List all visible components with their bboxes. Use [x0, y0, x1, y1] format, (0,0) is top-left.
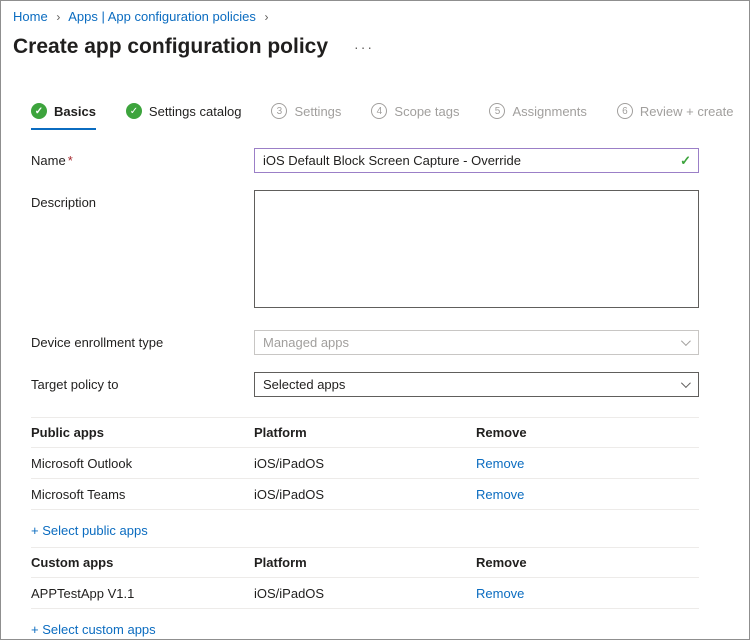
description-field-row: Description: [31, 190, 699, 313]
breadcrumb-separator-icon: ›: [264, 10, 269, 24]
app-platform: iOS/iPadOS: [254, 455, 325, 471]
tab-basics[interactable]: ✓ Basics: [31, 103, 96, 130]
remove-app-link[interactable]: Remove: [476, 456, 699, 471]
app-name: Microsoft Outlook: [31, 455, 133, 471]
breadcrumb-home[interactable]: Home: [13, 9, 48, 24]
select-custom-apps-link[interactable]: + Select custom apps: [31, 622, 156, 637]
custom-apps-table: Custom apps Platform Remove APPTestApp V…: [31, 547, 699, 609]
platform-header: Platform: [254, 555, 307, 570]
description-label: Description: [31, 195, 97, 210]
tab-basics-label: Basics: [54, 103, 96, 119]
chevron-down-icon: [680, 336, 691, 347]
step-number-icon: 4: [371, 103, 388, 119]
breadcrumb-separator-icon: ›: [56, 10, 61, 24]
public-apps-header: Public apps: [31, 425, 104, 440]
valid-check-icon: ✓: [680, 153, 691, 168]
breadcrumb: Home › Apps | App configuration policies…: [13, 9, 735, 25]
wizard-steps: ✓ Basics ✓ Settings catalog 3 Settings 4…: [31, 103, 749, 130]
remove-header: Remove: [476, 555, 527, 570]
public-apps-table: Public apps Platform Remove Microsoft Ou…: [31, 417, 699, 510]
device-enrollment-value: Managed apps: [263, 335, 350, 350]
page-title: Create app configuration policy: [13, 35, 329, 58]
select-public-apps-link[interactable]: + Select public apps: [31, 523, 148, 538]
step-complete-check-icon: ✓: [31, 103, 47, 119]
tab-settings-catalog-label: Settings catalog: [148, 103, 242, 119]
create-app-config-policy-page: Home › Apps | App configuration policies…: [0, 0, 750, 640]
remove-app-link[interactable]: Remove: [476, 487, 699, 502]
public-apps-header-row: Public apps Platform Remove: [31, 417, 699, 448]
name-label: Name *: [31, 148, 254, 168]
table-row: Microsoft Outlook iOS/iPadOS Remove: [31, 448, 699, 479]
tab-scope-tags-label: Scope tags: [394, 103, 460, 119]
step-number-icon: 6: [616, 103, 633, 119]
name-label-text: Name: [31, 153, 66, 168]
required-marker: *: [67, 153, 73, 168]
chevron-down-icon: [680, 378, 691, 389]
remove-app-link[interactable]: Remove: [476, 586, 699, 601]
target-policy-row: Target policy to Selected apps: [31, 372, 699, 397]
tab-settings-catalog[interactable]: ✓ Settings catalog: [125, 103, 242, 130]
remove-header: Remove: [476, 425, 527, 440]
tab-review-create: 6 Review + create: [616, 103, 734, 130]
tab-scope-tags: 4 Scope tags: [371, 103, 459, 130]
device-enrollment-dropdown: Managed apps: [254, 330, 699, 355]
page-header: Home › Apps | App configuration policies…: [1, 1, 749, 59]
description-input[interactable]: [254, 190, 699, 308]
basics-form: Name* ✓ Description Device enrollment ty…: [1, 130, 749, 639]
tab-settings-label: Settings: [294, 103, 342, 119]
breadcrumb-app-configuration-policies[interactable]: Apps | App configuration policies: [68, 9, 256, 24]
target-policy-dropdown[interactable]: Selected apps: [254, 372, 699, 397]
more-options-icon[interactable]: ···: [354, 40, 374, 54]
step-number-icon: 5: [489, 103, 506, 119]
target-policy-value: Selected apps: [263, 377, 346, 392]
step-complete-check-icon: ✓: [125, 103, 142, 119]
table-row: Microsoft Teams iOS/iPadOS Remove: [31, 479, 699, 510]
device-enrollment-label: Device enrollment type: [31, 335, 164, 350]
target-policy-label: Target policy to: [31, 377, 119, 392]
device-enrollment-row: Device enrollment type Managed apps: [31, 330, 699, 355]
name-field-row: Name* ✓: [31, 148, 699, 173]
tab-assignments: 5 Assignments: [489, 103, 587, 130]
app-name: APPTestApp V1.1: [31, 585, 135, 601]
step-number-icon: 3: [271, 103, 288, 119]
app-platform: iOS/iPadOS: [254, 585, 325, 601]
platform-header: Platform: [254, 425, 307, 440]
app-name: Microsoft Teams: [31, 486, 126, 502]
app-platform: iOS/iPadOS: [254, 486, 325, 502]
tab-settings: 3 Settings: [271, 103, 341, 130]
tab-assignments-label: Assignments: [512, 103, 587, 119]
table-row: APPTestApp V1.1 iOS/iPadOS Remove: [31, 578, 699, 609]
tab-review-create-label: Review + create: [639, 103, 734, 119]
custom-apps-header: Custom apps: [31, 555, 114, 570]
custom-apps-header-row: Custom apps Platform Remove: [31, 547, 699, 578]
name-input[interactable]: [254, 148, 699, 173]
